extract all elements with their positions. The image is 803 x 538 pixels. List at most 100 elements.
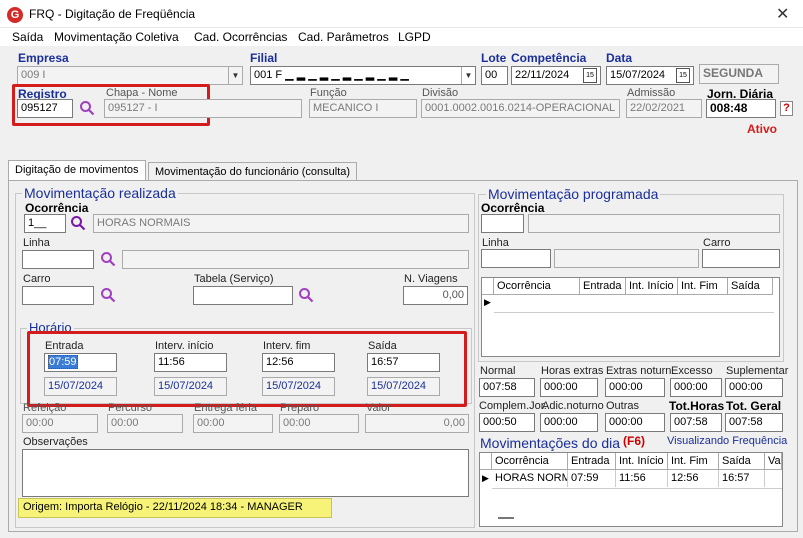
programada-ocorrencia-desc xyxy=(528,214,780,233)
menu-movimentacao-coletiva[interactable]: Movimentação Coletiva xyxy=(54,30,179,44)
refeicao-label: Refeição xyxy=(23,402,67,414)
carro-label: Carro xyxy=(23,273,51,285)
ocorrencia-input[interactable]: 1__ xyxy=(24,214,66,233)
entrega-ferias-label: Entrega féria xyxy=(194,402,257,414)
interv-inicio-time-input[interactable]: 11:56 xyxy=(154,353,227,372)
preparo-input[interactable]: 00:00 xyxy=(279,414,359,433)
saida-label: Saída xyxy=(368,340,397,352)
search-icon[interactable] xyxy=(298,287,314,303)
search-icon[interactable] xyxy=(100,251,116,267)
help-button[interactable]: ? xyxy=(780,101,793,116)
data-label: Data xyxy=(606,51,633,65)
close-icon[interactable]: ✕ xyxy=(776,4,789,24)
search-icon[interactable] xyxy=(100,287,116,303)
entrada-time-input[interactable]: 07:59 xyxy=(44,353,117,372)
registro-input[interactable]: 095127 xyxy=(17,99,73,118)
divisao-label: Divisão xyxy=(422,87,459,99)
app-logo-icon: G xyxy=(7,7,23,23)
empresa-select[interactable]: 009 I xyxy=(17,66,243,85)
mov-grid-header-ocorrencia[interactable]: Ocorrência xyxy=(492,453,568,470)
filial-value: 001 F ▁ ▂ ▁ ▂ ▁ ▂ ▁ ▂ ▁ ▂ ▁ xyxy=(254,69,409,81)
filial-label: Filial xyxy=(250,51,278,65)
tab-consulta[interactable]: Movimentação do funcionário (consulta) xyxy=(148,162,358,180)
ocorrencia-label: Ocorrência xyxy=(25,201,89,215)
interv-inicio-label: Interv. início xyxy=(155,340,214,352)
grid-header-saida[interactable]: Saída xyxy=(728,278,773,295)
mov-row-int-inicio[interactable]: 11:56 xyxy=(616,470,668,487)
grid-header-ocorrencia[interactable]: Ocorrência xyxy=(494,278,580,295)
entrega-ferias-input[interactable]: 00:00 xyxy=(193,414,273,433)
mov-row-int-fim[interactable]: 12:56 xyxy=(668,470,719,487)
grid-scrollbar-thumb[interactable] xyxy=(498,517,514,519)
chevron-down-icon[interactable]: ▼ xyxy=(461,67,475,84)
excesso-value: 000:00 xyxy=(670,378,722,397)
lote-label: Lote xyxy=(481,51,507,65)
complem-jor-label: Complem.Jor. xyxy=(479,400,547,412)
complem-jor-value: 000:50 xyxy=(479,413,535,432)
horas-extras-value: 000:00 xyxy=(540,378,598,397)
mov-grid-header-int-inicio[interactable]: Int. Início xyxy=(616,453,668,470)
origem-status: Origem: Importa Relógio - 22/11/2024 18:… xyxy=(18,498,332,518)
calendar-icon[interactable]: 15 xyxy=(676,68,690,83)
grid-header-entrada[interactable]: Entrada xyxy=(580,278,626,295)
adic-noturno-value: 000:00 xyxy=(540,413,598,432)
lote-input[interactable]: 00 xyxy=(481,66,508,85)
tabela-label: Tabela (Serviço) xyxy=(194,273,274,285)
refeicao-input[interactable]: 00:00 xyxy=(22,414,98,433)
grid-empty-row[interactable] xyxy=(494,295,774,313)
extras-noturn-label: Extras noturn. xyxy=(606,365,675,377)
tab-consulta-label: Movimentação do funcionário (consulta) xyxy=(155,166,351,178)
search-icon[interactable] xyxy=(79,100,95,116)
saida-date-display: 15/07/2024 xyxy=(367,377,440,396)
mov-grid-header-int-fim[interactable]: Int. Fim xyxy=(668,453,719,470)
outras-value: 000:00 xyxy=(605,413,665,432)
valor-input[interactable]: 0,00 xyxy=(365,414,469,433)
menu-saida[interactable]: Saída xyxy=(12,30,43,44)
carro-input[interactable] xyxy=(22,286,94,305)
menu-cad-ocorrencias[interactable]: Cad. Ocorrências xyxy=(194,30,287,44)
mov-row-ocorrencia[interactable]: HORAS NORM xyxy=(492,470,568,487)
programada-ocorrencia-label: Ocorrência xyxy=(481,201,545,215)
preparo-label: Preparo xyxy=(280,402,320,414)
search-icon[interactable] xyxy=(70,215,86,231)
suplementar-label: Suplementar xyxy=(726,365,789,377)
programada-linha-input xyxy=(481,249,551,268)
grid-header-int-fim[interactable]: Int. Fim xyxy=(678,278,728,295)
tabela-input[interactable] xyxy=(193,286,293,305)
calendar-icon[interactable]: 15 xyxy=(583,68,597,83)
mov-grid-header-va[interactable]: Va xyxy=(765,453,782,470)
jorn-diaria-display: 008:48 xyxy=(706,99,776,118)
extras-noturn-value: 000:00 xyxy=(605,378,665,397)
mov-grid-header-entrada[interactable]: Entrada xyxy=(568,453,616,470)
linha-input[interactable] xyxy=(22,250,94,269)
grid-header-int-inicio[interactable]: Int. Início xyxy=(626,278,678,295)
interv-fim-date-display: 15/07/2024 xyxy=(262,377,335,396)
filial-select[interactable]: 001 F ▁ ▂ ▁ ▂ ▁ ▂ ▁ ▂ ▁ ▂ ▁ xyxy=(250,66,476,85)
row-pointer-icon: ▶ xyxy=(482,473,489,483)
menu-lgpd[interactable]: LGPD xyxy=(398,30,431,44)
interv-fim-time-input[interactable]: 12:56 xyxy=(262,353,335,372)
saida-time-input[interactable]: 16:57 xyxy=(367,353,440,372)
linha-label: Linha xyxy=(23,237,50,249)
nviagens-input[interactable]: 0,00 xyxy=(403,286,468,305)
mov-row-saida[interactable]: 16:57 xyxy=(719,470,765,487)
suplementar-value: 000:00 xyxy=(725,378,783,397)
programada-linha-desc xyxy=(554,249,699,268)
excesso-label: Excesso xyxy=(671,365,713,377)
status-badge: Ativo xyxy=(747,122,777,136)
percurso-label: Percurso xyxy=(108,402,153,414)
tab-digitacao[interactable]: Digitação de movimentos xyxy=(8,160,146,180)
row-pointer-icon: ▶ xyxy=(484,297,491,307)
visualizando-frequencia-link[interactable]: Visualizando Frequência xyxy=(667,435,787,447)
chevron-down-icon[interactable]: ▼ xyxy=(228,67,242,84)
interv-fim-label: Interv. fim xyxy=(263,340,311,352)
ocorrencia-desc: HORAS NORMAIS xyxy=(93,214,469,233)
menu-cad-parametros[interactable]: Cad. Parâmetros xyxy=(298,30,389,44)
mov-grid-header-saida[interactable]: Saída xyxy=(719,453,765,470)
mov-row-entrada[interactable]: 07:59 xyxy=(568,470,616,487)
weekday-display: SEGUNDA xyxy=(699,64,779,84)
percurso-input[interactable]: 00:00 xyxy=(107,414,183,433)
tot-horas-label: Tot.Horas xyxy=(669,399,725,413)
observacoes-textarea[interactable] xyxy=(22,449,469,497)
empresa-value: 009 I xyxy=(21,69,46,81)
